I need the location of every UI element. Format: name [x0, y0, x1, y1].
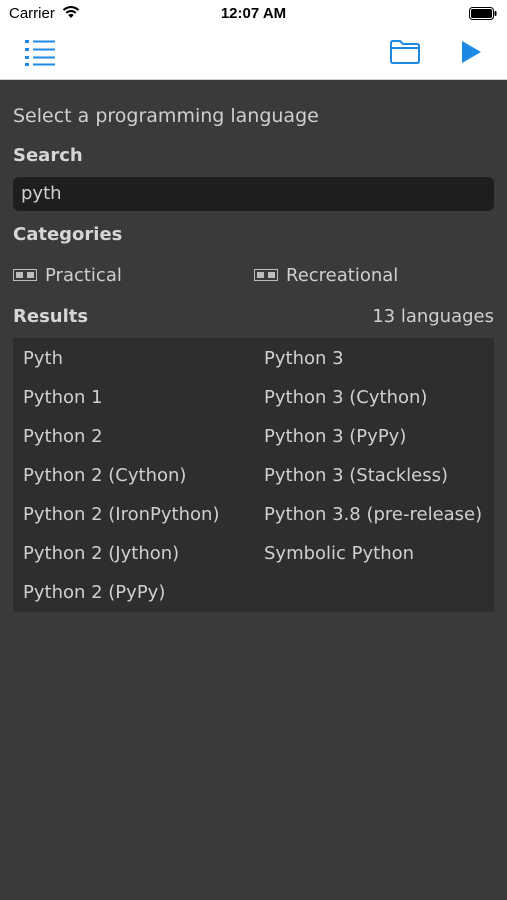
list-item[interactable]: Python 2 (IronPython)	[23, 504, 219, 525]
list-item[interactable]: Python 3	[264, 348, 344, 369]
battery-icon	[469, 7, 497, 25]
category-recreational[interactable]: Recreational	[254, 265, 398, 286]
category-label: Recreational	[286, 265, 399, 286]
list-item[interactable]: Python 3 (PyPy)	[264, 426, 406, 447]
results-list: Pyth Python 1 Python 2 Python 2 (Cython)…	[13, 338, 494, 612]
category-practical[interactable]: Practical	[13, 265, 122, 286]
list-item[interactable]: Python 2	[23, 426, 103, 447]
results-count: 13 languages	[372, 306, 494, 327]
play-icon[interactable]	[459, 39, 483, 69]
checkbox-icon	[254, 265, 278, 286]
checkbox-icon	[13, 265, 37, 286]
list-item[interactable]: Python 2 (PyPy)	[23, 582, 165, 603]
list-item[interactable]: Pyth	[23, 348, 63, 369]
status-time: 12:07 AM	[220, 5, 287, 22]
search-value: pyth	[21, 183, 62, 204]
page-prompt: Select a programming language	[13, 105, 319, 127]
search-input[interactable]: pyth	[13, 177, 494, 211]
list-item[interactable]: Python 2 (Cython)	[23, 465, 186, 486]
list-item[interactable]: Symbolic Python	[264, 543, 414, 564]
list-item[interactable]: Python 3 (Cython)	[264, 387, 427, 408]
status-bar: Carrier 12:07 AM	[0, 0, 507, 28]
search-label: Search	[13, 145, 83, 166]
results-label: Results	[13, 306, 89, 327]
category-label: Practical	[45, 265, 122, 286]
categories-label: Categories	[13, 224, 123, 245]
list-item[interactable]: Python 2 (Jython)	[23, 543, 179, 564]
list-item[interactable]: Python 3.8 (pre-release)	[264, 504, 482, 525]
list-item[interactable]: Python 3 (Stackless)	[264, 465, 448, 486]
nav-bar	[0, 28, 507, 80]
folder-icon[interactable]	[389, 39, 421, 69]
list-icon[interactable]	[24, 38, 56, 70]
list-item[interactable]: Python 1	[23, 387, 103, 408]
